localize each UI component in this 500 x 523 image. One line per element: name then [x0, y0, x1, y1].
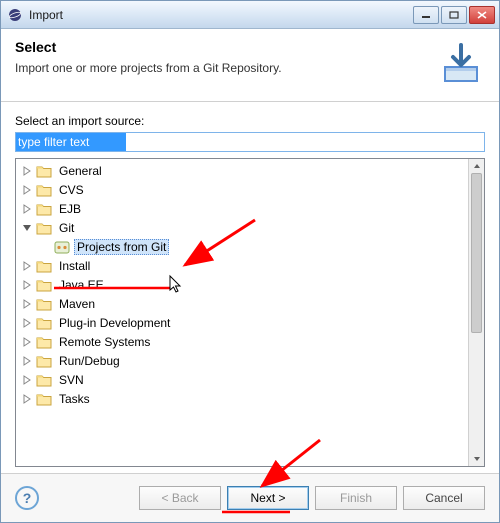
chevron-down-icon[interactable] — [20, 221, 34, 235]
tree-item-tasks[interactable]: Tasks — [16, 389, 468, 408]
scroll-down-icon[interactable] — [469, 452, 484, 466]
tree-item-svn[interactable]: SVN — [16, 370, 468, 389]
tree-item-ejb[interactable]: EJB — [16, 199, 468, 218]
wizard-body: Select an import source: General CVS EJB Gi… — [1, 102, 499, 473]
folder-icon — [36, 258, 52, 274]
folder-icon — [36, 372, 52, 388]
scroll-thumb[interactable] — [471, 173, 482, 333]
tree-item-maven[interactable]: Maven — [16, 294, 468, 313]
chevron-right-icon[interactable] — [20, 297, 34, 311]
tree-item-plug-in-development[interactable]: Plug-in Development — [16, 313, 468, 332]
close-button[interactable] — [469, 6, 495, 24]
git-project-icon — [54, 239, 70, 255]
folder-icon — [36, 315, 52, 331]
tree-item-label: Run/Debug — [56, 353, 123, 369]
chevron-right-icon[interactable] — [20, 183, 34, 197]
folder-icon — [36, 182, 52, 198]
chevron-right-icon[interactable] — [20, 316, 34, 330]
page-title: Select — [15, 39, 427, 55]
tree-item-label: Plug-in Development — [56, 315, 173, 331]
wizard-header: Select Import one or more projects from … — [1, 29, 499, 102]
minimize-button[interactable] — [413, 6, 439, 24]
tree-item-label: Install — [56, 258, 93, 274]
tree-item-label: CVS — [56, 182, 87, 198]
import-icon — [437, 39, 485, 87]
tree-item-label: Remote Systems — [56, 334, 153, 350]
tree-item-label: General — [56, 163, 105, 179]
tree-item-label: Git — [56, 220, 77, 236]
tree-item-run-debug[interactable]: Run/Debug — [16, 351, 468, 370]
folder-icon — [36, 163, 52, 179]
chevron-right-icon[interactable] — [20, 164, 34, 178]
cancel-button[interactable]: Cancel — [403, 486, 485, 510]
folder-icon — [36, 277, 52, 293]
button-bar: ? < Back Next > Finish Cancel — [1, 473, 499, 522]
back-button[interactable]: < Back — [139, 486, 221, 510]
page-description: Import one or more projects from a Git R… — [15, 61, 427, 75]
chevron-right-icon[interactable] — [20, 278, 34, 292]
import-wizard-window: Import Select Import one or more project… — [0, 0, 500, 523]
tree-item-install[interactable]: Install — [16, 256, 468, 275]
folder-icon — [36, 391, 52, 407]
folder-icon — [36, 201, 52, 217]
folder-icon — [36, 220, 52, 236]
maximize-button[interactable] — [441, 6, 467, 24]
chevron-right-icon[interactable] — [20, 373, 34, 387]
folder-icon — [36, 353, 52, 369]
tree-item-general[interactable]: General — [16, 161, 468, 180]
chevron-right-icon[interactable] — [20, 392, 34, 406]
chevron-right-icon[interactable] — [20, 354, 34, 368]
folder-icon — [36, 296, 52, 312]
titlebar: Import — [1, 1, 499, 29]
help-button[interactable]: ? — [15, 486, 39, 510]
tree-item-label: Tasks — [56, 391, 93, 407]
tree-item-projects-from-git[interactable]: Projects from Git — [16, 237, 468, 256]
tree-item-git[interactable]: Git — [16, 218, 468, 237]
chevron-right-icon[interactable] — [20, 335, 34, 349]
scrollbar[interactable] — [468, 159, 484, 466]
eclipse-icon — [7, 7, 23, 23]
tree-container: General CVS EJB Git Projects from Git Install… — [15, 158, 485, 467]
tree-item-label: Projects from Git — [74, 239, 169, 255]
chevron-right-icon[interactable] — [20, 202, 34, 216]
import-source-label: Select an import source: — [15, 114, 485, 128]
finish-button[interactable]: Finish — [315, 486, 397, 510]
tree-item-cvs[interactable]: CVS — [16, 180, 468, 199]
window-title: Import — [29, 8, 413, 22]
tree-item-label: EJB — [56, 201, 84, 217]
scroll-up-icon[interactable] — [469, 159, 484, 173]
next-button[interactable]: Next > — [227, 486, 309, 510]
import-tree[interactable]: General CVS EJB Git Projects from Git Install… — [16, 159, 468, 466]
tree-item-label: SVN — [56, 372, 87, 388]
tree-item-remote-systems[interactable]: Remote Systems — [16, 332, 468, 351]
tree-item-label: Maven — [56, 296, 98, 312]
filter-input[interactable] — [16, 133, 126, 151]
tree-item-label: Java EE — [56, 277, 107, 293]
folder-icon — [36, 334, 52, 350]
tree-item-java-ee[interactable]: Java EE — [16, 275, 468, 294]
chevron-right-icon[interactable] — [20, 259, 34, 273]
